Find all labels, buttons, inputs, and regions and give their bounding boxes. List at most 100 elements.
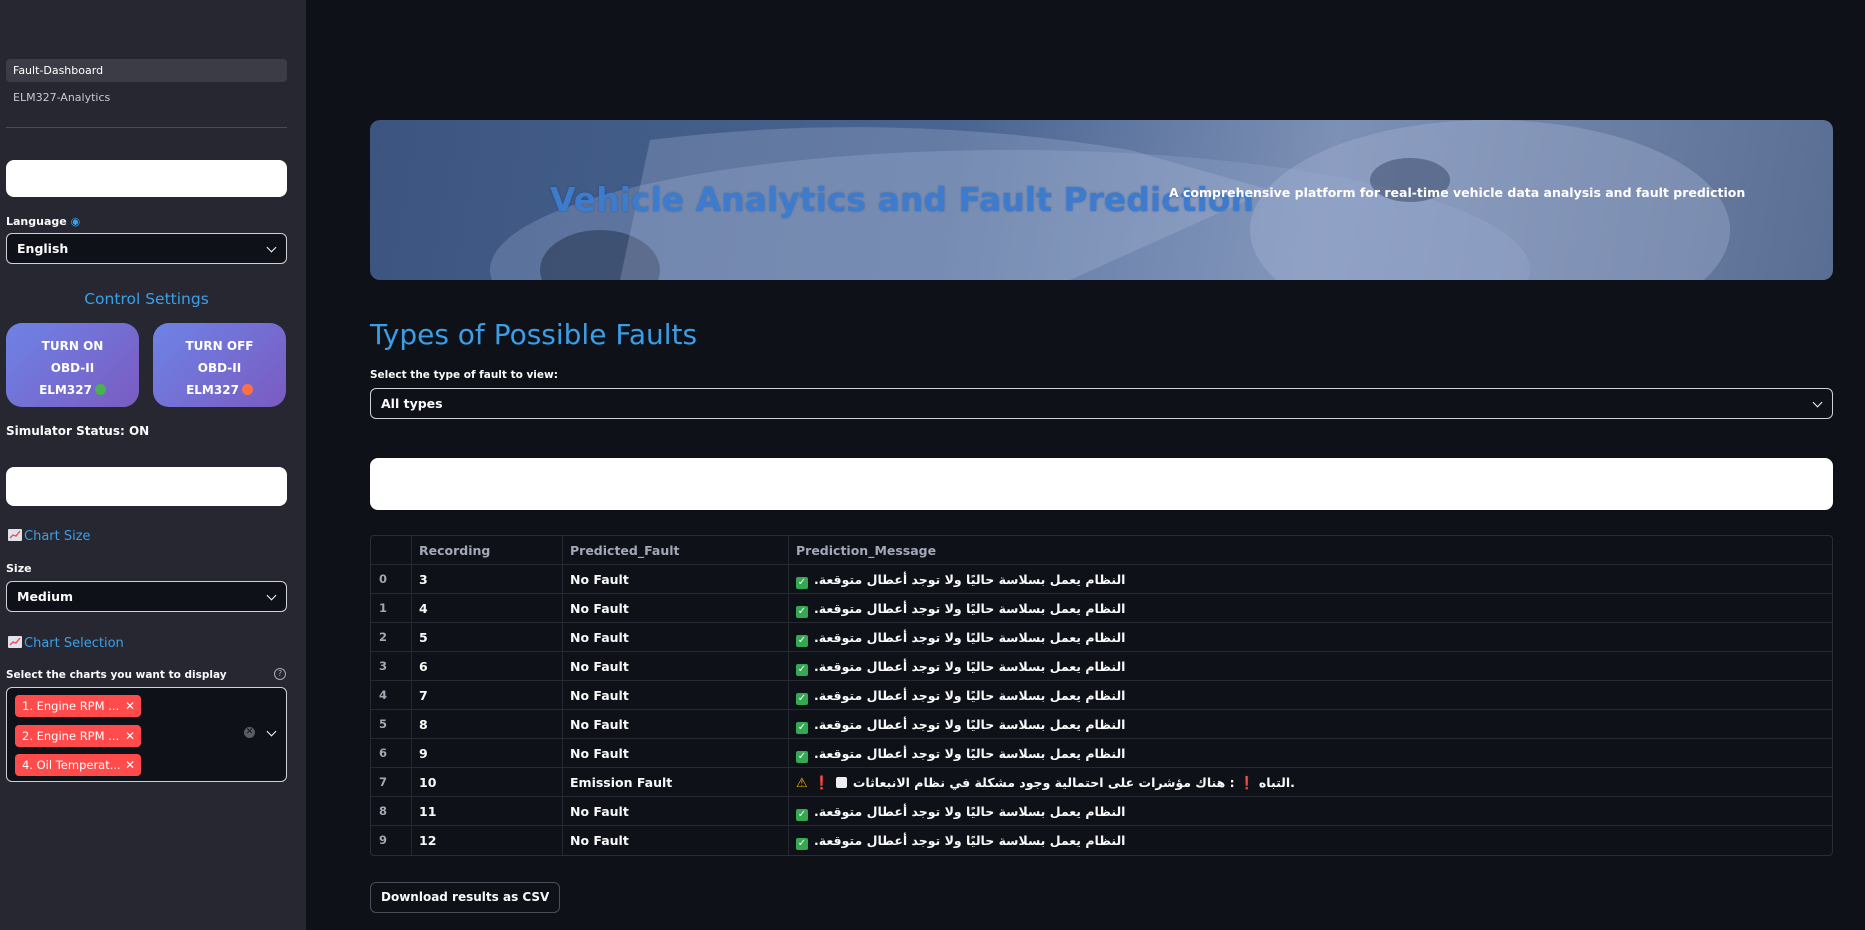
message-text: .النظام يعمل بسلاسة حاليًا ولا توجد أعطا…	[814, 659, 1126, 674]
message-text: .النظام يعمل بسلاسة حاليًا ولا توجد أعطا…	[814, 688, 1126, 703]
table-row: 9 12 No Fault ✓ .النظام يعمل بسلاسة حاليًا و…	[371, 826, 1832, 855]
row-index: 5	[371, 710, 412, 739]
charts-select-label: Select the charts you want to display	[6, 669, 227, 681]
recording-cell: 12	[412, 826, 563, 855]
size-label: Size	[6, 562, 32, 575]
sidebar-divider	[6, 127, 287, 128]
message-text: .النظام يعمل بسلاسة حاليًا ولا توجد أعطا…	[814, 630, 1126, 645]
help-icon[interactable]: ?	[274, 668, 286, 680]
recording-cell: 11	[412, 797, 563, 826]
row-index: 0	[371, 565, 412, 594]
header-index	[371, 536, 412, 565]
chart-icon	[8, 529, 22, 541]
sidebar-white-panel-bottom	[6, 467, 287, 506]
table-row: 3 6 No Fault ✓ .النظام يعمل بسلاسة حاليًا ول…	[371, 652, 1832, 681]
remove-tag-icon[interactable]: ✕	[125, 725, 135, 747]
recording-cell: 10	[412, 768, 563, 797]
table-row: 0 3 No Fault ✓ .النظام يعمل بسلاسة حاليًا ول…	[371, 565, 1832, 594]
check-icon: ✓	[796, 606, 808, 618]
hero-subtitle: A comprehensive platform for real-time v…	[1169, 185, 1746, 200]
recording-cell: 4	[412, 594, 563, 623]
chart-selection-heading: Chart Selection	[8, 636, 124, 651]
white-square-icon	[835, 777, 847, 788]
recording-cell: 6	[412, 652, 563, 681]
message-text: .النظام يعمل بسلاسة حاليًا ولا توجد أعطا…	[814, 601, 1126, 616]
check-icon: ✓	[796, 635, 808, 647]
globe-icon: ◉	[70, 215, 81, 228]
prediction-message-cell: ✓ .النظام يعمل بسلاسة حاليًا ولا توجد أعط…	[789, 739, 1832, 768]
predicted-fault-cell: Emission Fault	[563, 768, 789, 797]
turn-on-line3: ELM327	[39, 383, 92, 397]
warning-icon: ⚠	[796, 776, 808, 791]
predicted-fault-cell: No Fault	[563, 623, 789, 652]
main-white-panel	[370, 458, 1833, 510]
message-text: .النظام يعمل بسلاسة حاليًا ولا توجد أعطا…	[814, 833, 1126, 848]
chart-tag: 4. Oil Temperat... ✕	[15, 754, 141, 776]
chevron-down-icon[interactable]	[266, 726, 277, 737]
download-csv-button[interactable]: Download results as CSV	[370, 882, 561, 913]
prediction-message-cell: ✓ .النظام يعمل بسلاسة حاليًا ولا توجد أعط…	[789, 681, 1832, 710]
row-index: 9	[371, 826, 412, 855]
check-icon: ✓	[796, 577, 808, 589]
recording-cell: 3	[412, 565, 563, 594]
table-header-row: Recording Predicted_Fault Prediction_Mes…	[371, 536, 1832, 565]
hero-title: Vehicle Analytics and Fault Prediction	[550, 180, 1254, 219]
recording-cell: 8	[412, 710, 563, 739]
results-table: Recording Predicted_Fault Prediction_Mes…	[370, 535, 1833, 856]
prediction-message-cell: ✓ .النظام يعمل بسلاسة حاليًا ولا توجد أعط…	[789, 565, 1832, 594]
remove-tag-icon[interactable]: ✕	[125, 754, 135, 776]
row-index: 2	[371, 623, 412, 652]
turn-off-line1: TURN OFF	[185, 339, 254, 353]
page-title: Types of Possible Faults	[370, 318, 698, 351]
check-icon: ✓	[796, 722, 808, 734]
prediction-message-cell: ✓ .النظام يعمل بسلاسة حاليًا ولا توجد أعط…	[789, 826, 1832, 855]
predicted-fault-cell: No Fault	[563, 826, 789, 855]
check-icon: ✓	[796, 664, 808, 676]
sidebar-white-panel-top	[6, 160, 287, 197]
message-text: .النظام يعمل بسلاسة حاليًا ولا توجد أعطا…	[814, 717, 1126, 732]
chevron-down-icon	[266, 242, 277, 253]
control-settings-title: Control Settings	[84, 290, 209, 308]
turn-off-obd-button[interactable]: TURN OFF OBD-II ELM327	[153, 323, 286, 407]
hero-banner: Vehicle Analytics and Fault Prediction A…	[370, 120, 1833, 280]
orange-status-dot-icon	[241, 384, 253, 395]
fault-type-select[interactable]: All types	[370, 388, 1833, 419]
green-status-dot-icon	[94, 384, 106, 395]
table-row: 4 7 No Fault ✓ .النظام يعمل بسلاسة حاليًا ول…	[371, 681, 1832, 710]
turn-on-line1: TURN ON	[41, 339, 104, 353]
prediction-message-cell: ✓ .النظام يعمل بسلاسة حاليًا ولا توجد أعط…	[789, 797, 1832, 826]
table-row: 5 8 No Fault ✓ .النظام يعمل بسلاسة حاليًا ول…	[371, 710, 1832, 739]
turn-on-line2: OBD-II	[50, 361, 95, 375]
size-select[interactable]: Medium	[6, 581, 287, 612]
prediction-message-cell: ✓ .النظام يعمل بسلاسة حاليًا ولا توجد أعط…	[789, 623, 1832, 652]
check-icon: ✓	[796, 751, 808, 763]
row-index: 8	[371, 797, 412, 826]
predicted-fault-cell: No Fault	[563, 565, 789, 594]
clear-all-icon[interactable]: ✕	[244, 727, 255, 738]
language-select[interactable]: English	[6, 233, 287, 264]
header-prediction-message[interactable]: Prediction_Message	[789, 536, 1832, 565]
prediction-message-cell: ✓ .النظام يعمل بسلاسة حاليًا ولا توجد أعط…	[789, 594, 1832, 623]
fault-type-label: Select the type of fault to view:	[370, 369, 558, 381]
row-index: 1	[371, 594, 412, 623]
turn-on-obd-button[interactable]: TURN ON OBD-II ELM327	[6, 323, 139, 407]
message-text: التباه ❗ : هناك مؤشرات على احتمالية وجود…	[852, 775, 1295, 790]
message-text: .النظام يعمل بسلاسة حاليًا ولا توجد أعطا…	[814, 572, 1126, 587]
sidebar: Fault-Dashboard ELM327-Analytics Languag…	[0, 0, 306, 930]
remove-tag-icon[interactable]: ✕	[125, 695, 135, 717]
turn-off-line3: ELM327	[186, 383, 239, 397]
recording-cell: 9	[412, 739, 563, 768]
chart-tag: 2. Engine RPM ... ✕	[15, 725, 141, 747]
nav-item-elm327-analytics[interactable]: ELM327-Analytics	[6, 86, 287, 109]
predicted-fault-cell: No Fault	[563, 652, 789, 681]
row-index: 4	[371, 681, 412, 710]
check-icon: ✓	[796, 693, 808, 705]
header-recording[interactable]: Recording	[412, 536, 563, 565]
header-predicted-fault[interactable]: Predicted_Fault	[563, 536, 789, 565]
table-row: 6 9 No Fault ✓ .النظام يعمل بسلاسة حاليًا ول…	[371, 739, 1832, 768]
nav-item-fault-dashboard[interactable]: Fault-Dashboard	[6, 59, 287, 82]
row-index: 3	[371, 652, 412, 681]
recording-cell: 5	[412, 623, 563, 652]
row-index: 7	[371, 768, 412, 797]
recording-cell: 7	[412, 681, 563, 710]
